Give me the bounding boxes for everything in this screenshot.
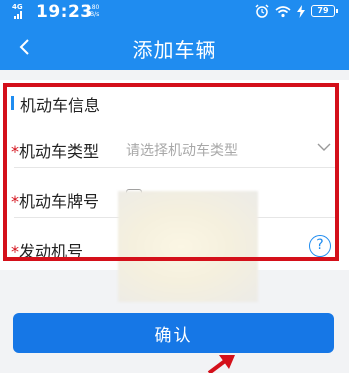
help-icon[interactable]: ? xyxy=(309,235,331,257)
network-speed-value: 9.80 xyxy=(86,4,100,11)
section-header: 机动车信息 xyxy=(0,88,349,118)
chevron-down-icon xyxy=(317,143,331,151)
battery-icon: 79 xyxy=(311,5,338,17)
signal-icon xyxy=(14,11,24,19)
network-speed: 9.80 KB/s xyxy=(86,4,99,18)
charging-icon xyxy=(297,5,305,18)
required-mark: * xyxy=(11,192,19,211)
field-label: 机动车类型 xyxy=(19,142,100,161)
status-time: 19:23 xyxy=(36,2,93,22)
network-speed-unit: KB/s xyxy=(86,11,100,18)
vehicle-type-field[interactable]: *机动车类型 请选择机动车类型 xyxy=(0,128,349,168)
signal-type: 4G xyxy=(12,3,23,11)
status-bar: 4G 19:23 9.80 KB/s 79 xyxy=(0,0,349,24)
required-mark: * xyxy=(11,242,19,261)
section-title: 机动车信息 xyxy=(20,96,101,115)
blur-overlay xyxy=(118,191,258,302)
page-title: 添加车辆 xyxy=(132,38,217,62)
battery-level: 79 xyxy=(317,6,329,15)
field-label: 发动机号 xyxy=(19,242,84,261)
confirm-button[interactable]: 确认 xyxy=(13,313,334,353)
divider xyxy=(14,167,335,168)
arrow-icon xyxy=(207,355,235,373)
vehicle-type-placeholder: 请选择机动车类型 xyxy=(126,143,238,159)
nav-bar: 添加车辆 xyxy=(0,24,349,70)
required-mark: * xyxy=(11,142,19,161)
alarm-icon xyxy=(255,4,269,18)
field-label: 机动车牌号 xyxy=(19,192,100,211)
wifi-icon xyxy=(275,6,291,18)
section-accent-bar xyxy=(11,96,14,110)
